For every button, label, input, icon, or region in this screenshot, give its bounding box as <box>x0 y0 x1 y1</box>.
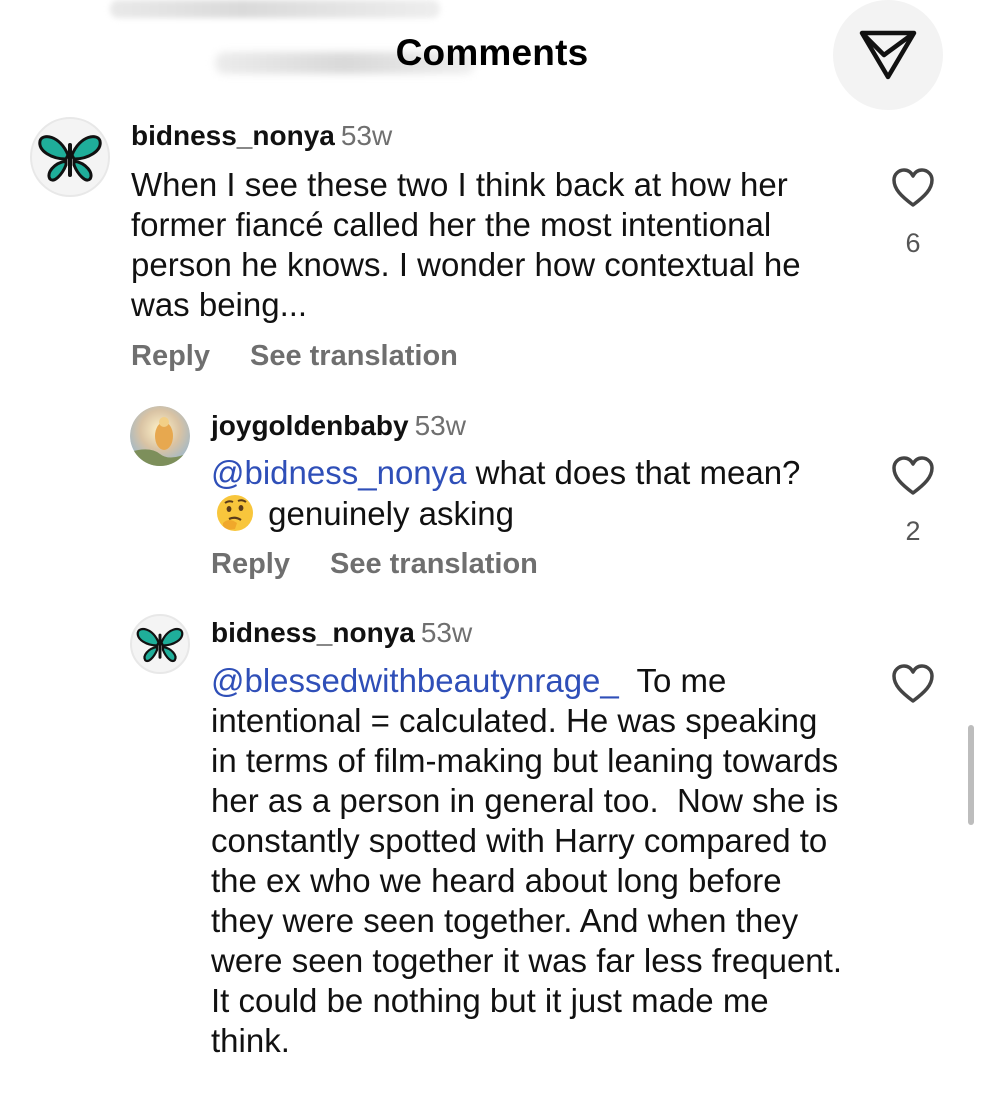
send-icon <box>859 30 917 80</box>
comment-text: @bidness_nonya what does that mean? genu… <box>211 453 851 534</box>
username-link[interactable]: joygoldenbaby <box>211 410 409 441</box>
see-translation-button[interactable]: See translation <box>330 548 538 580</box>
reply-button[interactable]: Reply <box>211 548 290 580</box>
comment-text-part: To me intentional = calculated. He was s… <box>211 662 852 1059</box>
comment-actions: Reply See translation <box>131 340 458 373</box>
butterfly-icon <box>136 627 184 663</box>
comment-actions: Reply See translation <box>211 548 538 581</box>
avatar[interactable] <box>30 117 110 197</box>
mention-link[interactable]: @bidness_nonya <box>211 454 467 491</box>
username-link[interactable]: bidness_nonya <box>131 120 335 151</box>
butterfly-icon <box>38 135 102 182</box>
scrollbar[interactable] <box>968 725 974 825</box>
username-link[interactable]: bidness_nonya <box>211 617 415 648</box>
comment-text: @blessedwithbeautynrage_ To me intention… <box>211 661 851 1061</box>
heart-icon[interactable] <box>891 168 935 208</box>
heart-icon[interactable] <box>891 664 935 704</box>
comment-time: 53w <box>420 617 473 648</box>
mention-link[interactable]: @blessedwithbeautynrage_ <box>211 662 619 699</box>
comment-meta: bidness_nonya 53w <box>211 617 472 649</box>
see-translation-button[interactable]: See translation <box>250 340 458 372</box>
heart-icon[interactable] <box>891 456 935 496</box>
like-count: 2 <box>905 516 921 546</box>
blurred-previous-content <box>110 0 440 18</box>
avatar[interactable] <box>130 614 190 674</box>
comment-meta: joygoldenbaby 53w <box>211 410 466 442</box>
golden-photo-avatar <box>130 406 190 466</box>
comment-meta: bidness_nonya 53w <box>131 120 392 152</box>
thinking-face-emoji <box>217 495 253 531</box>
share-button[interactable] <box>833 0 943 110</box>
comment-time: 53w <box>340 120 393 151</box>
like-count: 6 <box>905 228 921 258</box>
comment-text-part: genuinely asking <box>259 495 515 532</box>
comment-text: When I see these two I think back at how… <box>131 166 801 323</box>
comment-time: 53w <box>414 410 466 441</box>
reply-button[interactable]: Reply <box>131 340 210 372</box>
comment-text-part: what does that mean? <box>466 454 801 491</box>
avatar[interactable] <box>130 406 190 466</box>
